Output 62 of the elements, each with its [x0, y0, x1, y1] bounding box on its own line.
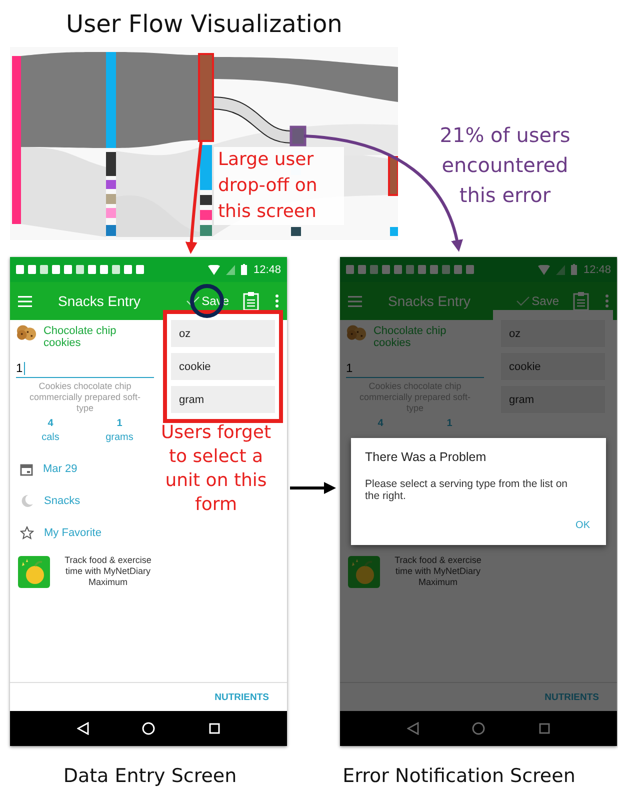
home-icon[interactable] — [142, 722, 156, 735]
battery-icon — [571, 264, 578, 275]
check-icon — [186, 296, 200, 306]
battery-icon — [241, 264, 248, 275]
signal-icon — [226, 264, 236, 274]
clipboard-icon[interactable] — [573, 291, 589, 311]
figure-title: User Flow Visualization — [66, 10, 342, 38]
stat-label: cals — [42, 431, 60, 445]
status-time: 12:48 — [583, 264, 611, 276]
ok-button[interactable]: OK — [574, 518, 592, 533]
wifi-icon — [208, 264, 220, 274]
stat-value: 4 — [48, 417, 54, 431]
unit-option[interactable]: oz — [171, 320, 275, 347]
stat-value: 1 — [116, 417, 122, 431]
stat-label: grams — [106, 431, 134, 445]
clipboard-icon[interactable] — [243, 291, 259, 311]
menu-icon[interactable] — [348, 296, 362, 306]
detail-link[interactable]: Mar 29 — [43, 463, 78, 475]
food-name: Chocolate chip cookies — [43, 325, 118, 349]
annotation-text: 21% of users encountered this error — [438, 122, 572, 209]
back-icon[interactable] — [76, 722, 89, 735]
apple-logo-icon — [18, 556, 50, 588]
recents-icon[interactable] — [209, 723, 220, 734]
promo-text: Track food & exercise time with MyNetDiary Maximum — [64, 555, 152, 588]
cookie-icon — [16, 325, 38, 341]
stat-value: 4 — [378, 417, 384, 431]
detail-link[interactable]: Snacks — [44, 495, 80, 507]
nutrients-button[interactable]: NUTRIENTS — [212, 690, 271, 704]
save-button[interactable]: Save — [514, 292, 561, 310]
wifi-icon — [538, 264, 550, 274]
food-name: Chocolate chip cookies — [373, 325, 448, 349]
check-icon — [516, 296, 530, 306]
stat-value: 1 — [446, 417, 452, 431]
screen-caption: Error Notification Screen — [342, 765, 576, 787]
unit-option[interactable]: oz — [501, 320, 605, 347]
food-description: Cookies chocolate chip commercially prepared soft-type — [28, 381, 142, 414]
star-icon — [20, 526, 34, 540]
screen-caption: Data Entry Screen — [63, 765, 237, 787]
annotation-text: Users forget to select a unit on this form — [160, 421, 272, 517]
quantity-field[interactable]: 1 — [346, 355, 484, 378]
status-time: 12:48 — [253, 264, 281, 276]
detail-link[interactable]: My Favorite — [44, 527, 102, 539]
unit-option[interactable]: cookie — [501, 353, 605, 380]
app-title: Snacks Entry — [388, 293, 472, 309]
quantity-field[interactable]: 1 — [16, 355, 154, 378]
cookie-icon — [346, 325, 368, 341]
moon-icon — [20, 494, 34, 508]
nutrients-button[interactable]: NUTRIENTS — [542, 690, 601, 704]
unit-option[interactable]: cookie — [171, 353, 275, 380]
app-title: Snacks Entry — [58, 293, 142, 309]
dialog-message: Please select a serving type from the list on the right. — [365, 478, 569, 502]
promo-text: Track food & exercise time with MyNetDiary Maximum — [394, 555, 482, 588]
more-options-icon[interactable] — [605, 294, 609, 308]
unit-option[interactable]: gram — [501, 386, 605, 413]
calendar-icon — [20, 462, 33, 476]
menu-icon[interactable] — [18, 296, 32, 306]
apple-logo-icon — [348, 556, 380, 588]
dialog-title: There Was a Problem — [365, 450, 488, 464]
unit-option[interactable]: gram — [171, 386, 275, 413]
more-options-icon[interactable] — [275, 294, 279, 308]
annotation-text: Large user drop-off on this screen — [214, 147, 344, 225]
arrow — [290, 482, 336, 494]
